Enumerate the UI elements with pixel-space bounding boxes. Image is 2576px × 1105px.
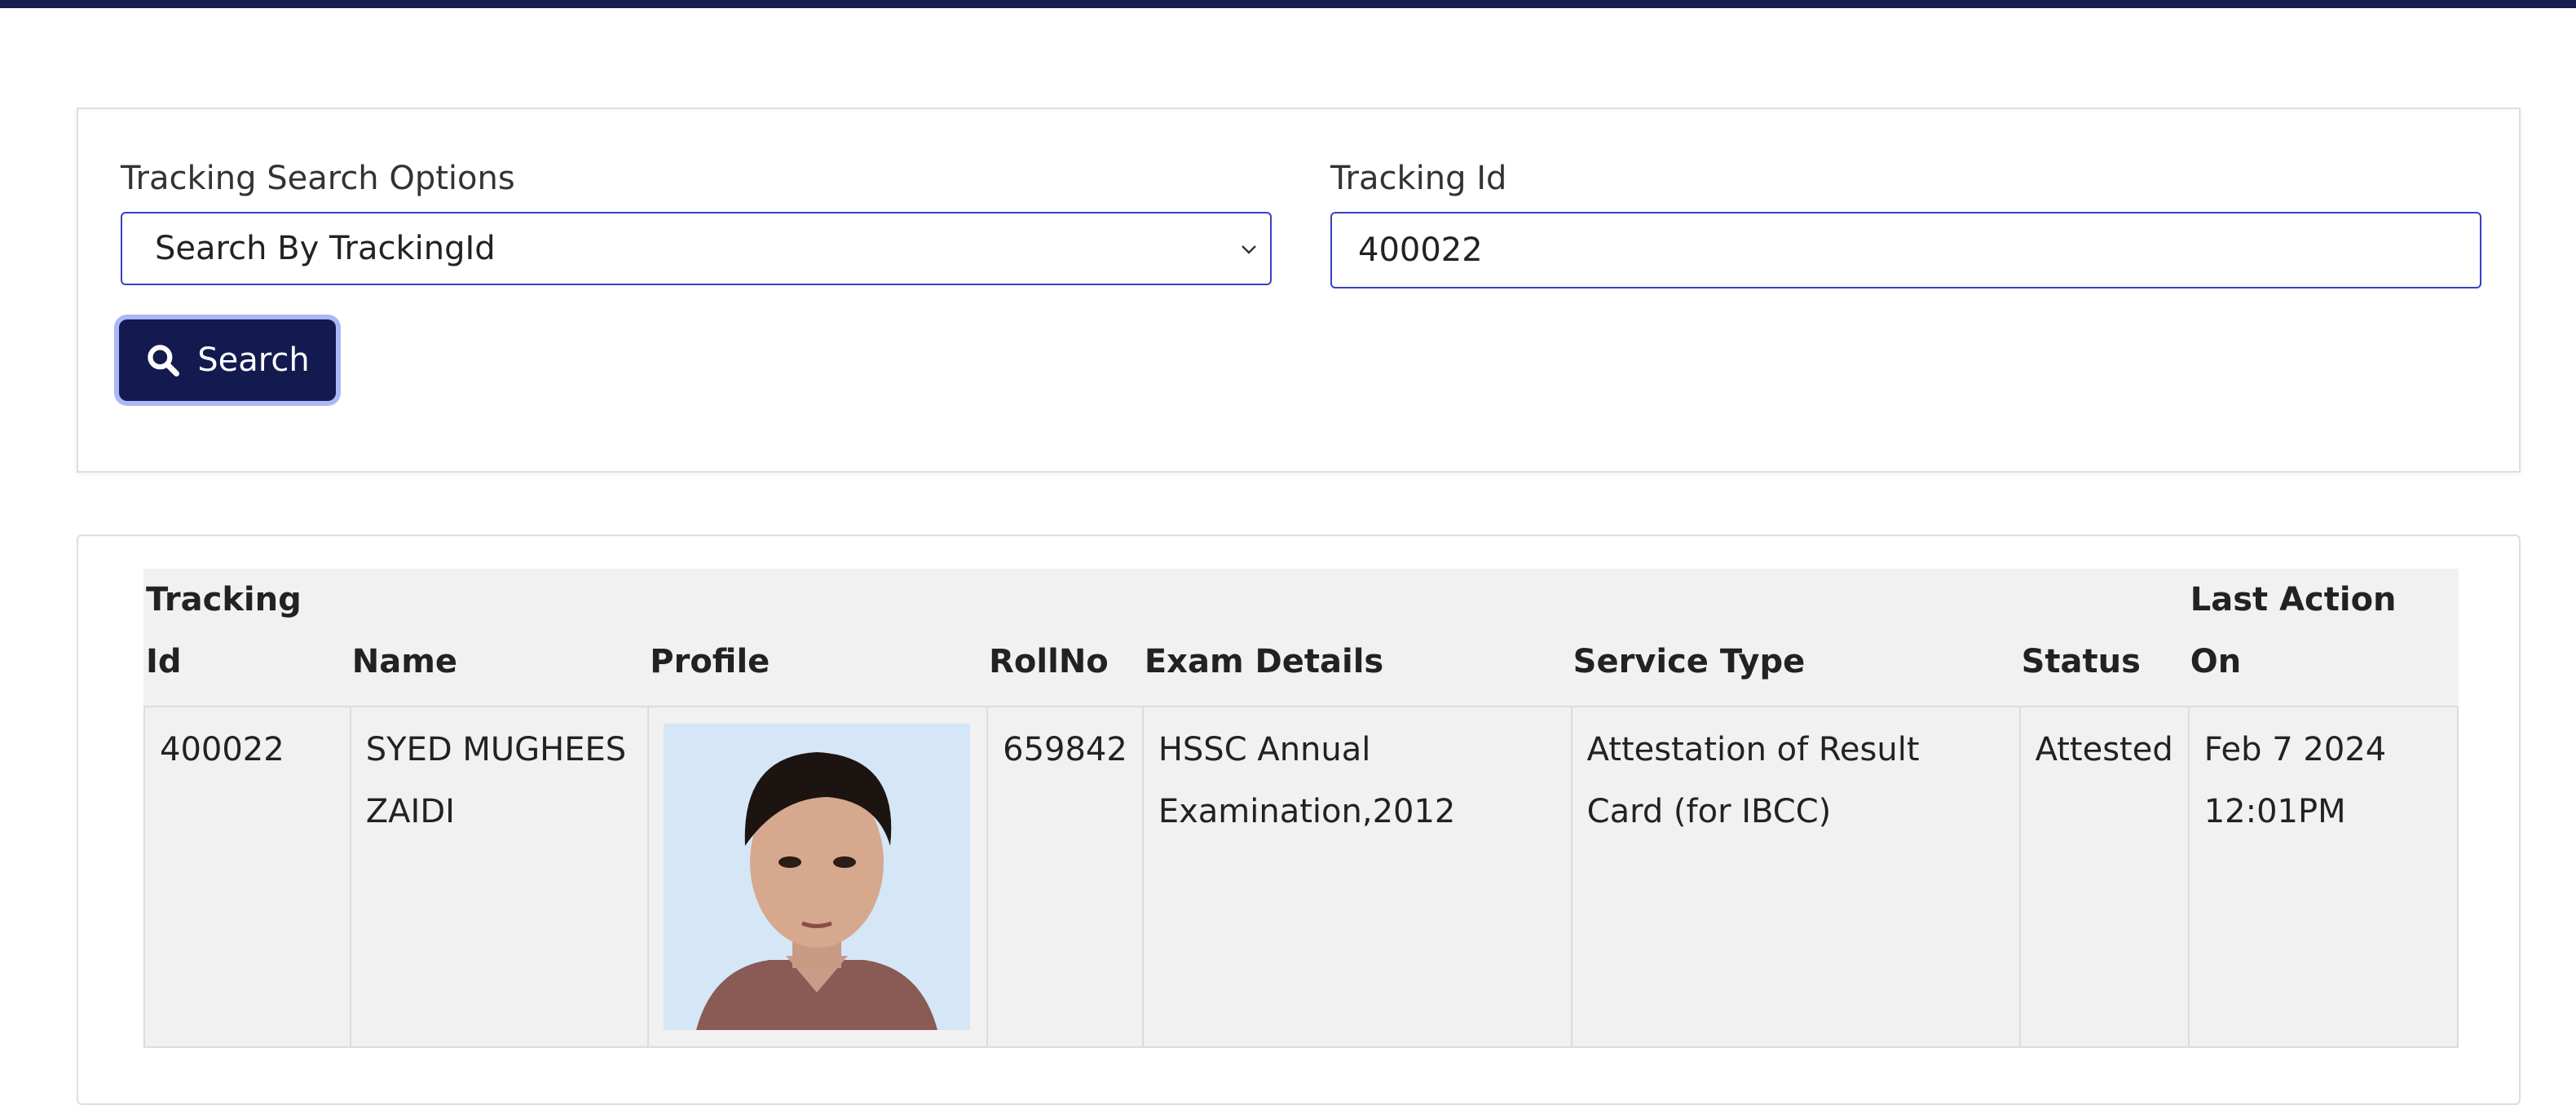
column-header-tracking-id: Tracking Id: [144, 569, 351, 707]
column-header-rollno: RollNo: [987, 569, 1143, 707]
search-options-select[interactable]: Search By TrackingId: [121, 212, 1272, 285]
search-options-label: Tracking Search Options: [121, 160, 515, 197]
search-button-label: Search: [197, 341, 310, 379]
table-header-row: Tracking Id Name Profile RollNo Exam Det…: [144, 569, 2458, 707]
cell-tracking-id: 400022: [143, 706, 351, 1048]
search-options-value: Search By TrackingId: [155, 230, 496, 267]
column-header-profile: Profile: [648, 569, 988, 707]
column-header-service-type: Service Type: [1571, 569, 2020, 707]
cell-name: SYED MUGHEES ZAIDI: [349, 706, 650, 1048]
cell-last-action-on: Feb 7 2024 12:01PM: [2187, 706, 2459, 1048]
tracking-id-label: Tracking Id: [1330, 160, 1507, 197]
results-table: Tracking Id Name Profile RollNo Exam Det…: [143, 569, 2459, 1048]
table-row: 400022 SYED MUGHEES ZAIDI 659842 HSSC An…: [143, 706, 2459, 1048]
search-panel: Tracking Search Options Search By Tracki…: [77, 108, 2521, 473]
tracking-id-value: 400022: [1358, 231, 1483, 269]
column-header-last-action-on: Last Action On: [2188, 569, 2458, 707]
column-header-status: Status: [2019, 569, 2189, 707]
cell-exam-details: HSSC Annual Examination,2012: [1141, 706, 1573, 1048]
tracking-id-input[interactable]: 400022: [1330, 212, 2481, 288]
cell-status: Attested: [2018, 706, 2190, 1048]
column-header-name: Name: [350, 569, 649, 707]
chevron-down-icon: [1242, 245, 1256, 254]
cell-profile: [647, 706, 989, 1048]
column-header-exam-details: Exam Details: [1142, 569, 1572, 707]
search-button[interactable]: Search: [119, 319, 336, 401]
results-panel: Tracking Id Name Profile RollNo Exam Det…: [77, 535, 2521, 1105]
search-icon: [148, 345, 180, 376]
cell-service-type: Attestation of Result Card (for IBCC): [1570, 706, 2021, 1048]
cell-rollno: 659842: [986, 706, 1144, 1048]
profile-photo: [664, 724, 971, 1030]
top-bar: [0, 0, 2576, 8]
